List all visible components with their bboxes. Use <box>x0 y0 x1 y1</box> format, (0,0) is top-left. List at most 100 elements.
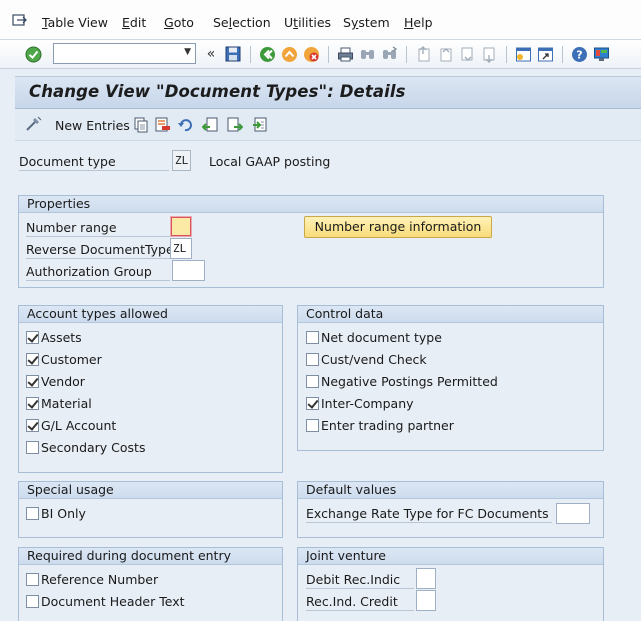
customize-layout-icon[interactable] <box>592 45 610 63</box>
command-field[interactable]: ▼ <box>53 43 196 64</box>
enter-trading-partner-checkbox[interactable] <box>306 419 319 432</box>
cancel-icon[interactable] <box>302 45 320 63</box>
assets-checkbox[interactable] <box>26 331 39 344</box>
next-page-icon[interactable] <box>458 45 476 63</box>
authorization-group-label: Authorization Group <box>26 264 152 279</box>
document-type-label: Document type <box>19 154 116 169</box>
command-field-dropdown-icon[interactable]: ▼ <box>184 47 191 57</box>
back-icon[interactable] <box>258 45 276 63</box>
inter-company-checkbox-row[interactable]: Inter-Company <box>306 396 414 411</box>
negative-postings-checkbox[interactable] <box>306 375 319 388</box>
menu-edit[interactable]: Edit <box>122 15 146 30</box>
cust-vend-check-label: Cust/vend Check <box>321 352 427 367</box>
customer-label: Customer <box>41 352 102 367</box>
menu-table-view[interactable]: Table View <box>42 15 108 30</box>
copy-as-icon[interactable] <box>132 116 150 134</box>
gl-account-checkbox-row[interactable]: G/L Account <box>26 418 116 433</box>
menu-help[interactable]: Help <box>404 15 433 30</box>
page-title: Change View "Document Types": Details <box>29 82 406 101</box>
cust-vend-check-checkbox-row[interactable]: Cust/vend Check <box>306 352 427 367</box>
command-field-input[interactable] <box>54 44 174 63</box>
system-menu-icon[interactable] <box>12 14 28 28</box>
document-header-text-label: Document Header Text <box>41 594 185 609</box>
reference-number-checkbox-row[interactable]: Reference Number <box>26 572 158 587</box>
number-range-input[interactable] <box>170 216 192 237</box>
enter-trading-partner-checkbox-row[interactable]: Enter trading partner <box>306 418 454 433</box>
debit-rec-indic-label: Debit Rec.Indic <box>306 572 401 587</box>
save-icon[interactable] <box>224 45 242 63</box>
debit-rec-indic-input[interactable] <box>416 568 436 589</box>
secondary-costs-checkbox-row[interactable]: Secondary Costs <box>26 440 145 455</box>
document-header-text-checkbox-row[interactable]: Document Header Text <box>26 594 185 609</box>
material-checkbox-row[interactable]: Material <box>26 396 92 411</box>
assets-checkbox-row[interactable]: Assets <box>26 330 82 345</box>
authorization-group-input[interactable] <box>172 260 205 281</box>
select-all-icon[interactable] <box>251 116 269 134</box>
secondary-costs-checkbox[interactable] <box>26 441 39 454</box>
menu-goto[interactable]: Goto <box>164 15 194 30</box>
net-document-type-checkbox[interactable] <box>306 331 319 344</box>
number-range-information-button[interactable]: Number range information <box>304 216 492 238</box>
title-bar: Change View "Document Types": Details <box>15 76 641 109</box>
label-underline <box>306 588 414 589</box>
label-underline <box>306 610 414 611</box>
menu-table-view-label: able View <box>47 15 108 30</box>
negative-postings-checkbox-row[interactable]: Negative Postings Permitted <box>306 374 498 389</box>
previous-entry-icon[interactable] <box>201 116 219 134</box>
bi-only-checkbox-row[interactable]: BI Only <box>26 506 86 521</box>
new-entries-button[interactable]: New Entries <box>55 118 130 133</box>
collapse-icon[interactable]: « <box>202 45 220 63</box>
enter-icon[interactable] <box>24 45 42 63</box>
create-shortcut-icon[interactable] <box>536 45 554 63</box>
find-next-icon[interactable] <box>380 45 398 63</box>
print-icon[interactable] <box>336 45 354 63</box>
menu-utilities[interactable]: Utilities <box>284 15 331 30</box>
label-underline <box>26 280 170 281</box>
customer-checkbox-row[interactable]: Customer <box>26 352 102 367</box>
help-icon[interactable]: ? <box>570 45 588 63</box>
net-document-type-checkbox-row[interactable]: Net document type <box>306 330 442 345</box>
joint-venture-group-title: Joint venture <box>298 548 603 565</box>
create-session-icon[interactable] <box>514 45 532 63</box>
reference-number-checkbox[interactable] <box>26 573 39 586</box>
properties-group-title: Properties <box>19 196 603 213</box>
cust-vend-check-checkbox[interactable] <box>306 353 319 366</box>
inter-company-checkbox[interactable] <box>306 397 319 410</box>
number-range-label: Number range <box>26 220 117 235</box>
last-page-icon[interactable] <box>480 45 498 63</box>
vendor-checkbox-row[interactable]: Vendor <box>26 374 85 389</box>
undo-change-icon[interactable] <box>176 116 194 134</box>
standard-toolbar: ▼ « ? <box>0 40 641 69</box>
label-underline <box>19 170 169 171</box>
previous-page-icon[interactable] <box>436 45 454 63</box>
account-types-group-title: Account types allowed <box>19 306 282 323</box>
customer-checkbox[interactable] <box>26 353 39 366</box>
exchange-rate-type-input[interactable] <box>556 503 590 524</box>
material-checkbox[interactable] <box>26 397 39 410</box>
first-page-icon[interactable] <box>414 45 432 63</box>
toolbar-separator <box>562 46 563 63</box>
display-change-icon[interactable] <box>25 115 43 133</box>
toolbar-separator <box>328 46 329 63</box>
delete-icon[interactable] <box>154 116 172 134</box>
rec-ind-credit-input[interactable] <box>416 590 436 611</box>
inter-company-label: Inter-Company <box>321 396 414 411</box>
reverse-document-type-label: Reverse DocumentType <box>26 242 174 257</box>
control-data-group-title: Control data <box>298 306 603 323</box>
vendor-checkbox[interactable] <box>26 375 39 388</box>
required-entry-group-title: Required during document entry <box>19 548 282 565</box>
label-underline <box>306 522 552 523</box>
special-usage-group-title: Special usage <box>19 482 282 499</box>
menu-selection[interactable]: Selection <box>213 15 271 30</box>
gl-account-label: G/L Account <box>41 418 117 433</box>
exit-icon[interactable] <box>280 45 298 63</box>
svg-text:?: ? <box>576 48 582 61</box>
menu-system[interactable]: System <box>343 15 390 30</box>
reverse-document-type-input[interactable]: ZL <box>170 238 192 259</box>
find-icon[interactable] <box>358 45 376 63</box>
bi-only-checkbox[interactable] <box>26 507 39 520</box>
toolbar-separator <box>506 46 507 63</box>
gl-account-checkbox[interactable] <box>26 419 39 432</box>
document-header-text-checkbox[interactable] <box>26 595 39 608</box>
next-entry-icon[interactable] <box>226 116 244 134</box>
